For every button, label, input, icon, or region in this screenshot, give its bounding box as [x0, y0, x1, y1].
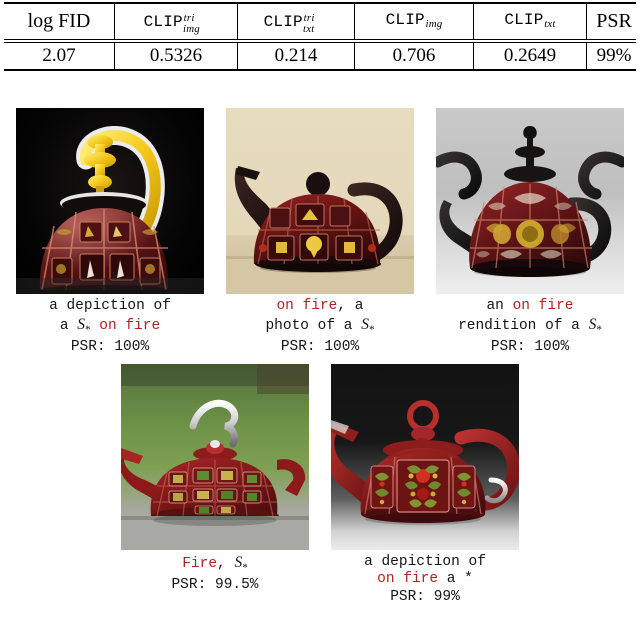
cell-clip-img-tri: 0.5326 — [114, 43, 238, 70]
header-label-clip-txt: CLIPtxt — [504, 5, 555, 39]
clip-base-3: CLIP — [385, 11, 425, 29]
cell-clip-img: 0.706 — [354, 43, 474, 70]
scene-background-2 — [226, 108, 414, 294]
table-data-row: 2.07 0.5326 0.214 0.706 0.2649 99% — [4, 43, 640, 70]
scene-background-4 — [121, 363, 309, 550]
clip-sub-2: txt — [303, 22, 315, 35]
sample-psr-2: PSR: 100% — [280, 339, 360, 356]
header-cell-log-fid: log FID — [4, 4, 115, 40]
teapot-art-4 — [121, 363, 309, 550]
clip-sub-4: txt — [544, 18, 556, 31]
sample-cell-4: Fire, S* PSR: 99.5% — [110, 363, 320, 607]
caption-line-2a: on fire, a — [276, 298, 364, 314]
sample-caption-5: a depiction of on fire a * — [364, 554, 486, 589]
teapot-art-1 — [16, 126, 204, 294]
placeholder-token-2: S* — [361, 315, 375, 336]
table-bottom-rule — [4, 69, 636, 72]
sample-cell-1: a depiction of a S* on fire PSR: 100% — [5, 108, 215, 357]
caption-line-3b: rendition of a S* — [458, 315, 602, 336]
cell-psr: 99% — [586, 43, 640, 70]
caption-line-4a: Fire, S* — [182, 553, 248, 574]
placeholder-token-3: S* — [588, 315, 602, 336]
sample-caption-1: a depiction of a S* on fire — [49, 298, 171, 339]
sample-caption-3: an on fire rendition of a S* — [458, 298, 602, 339]
caption-line-5b: on fire a * — [377, 571, 473, 588]
caption-line-3a: an on fire — [486, 298, 574, 314]
header-label-clip-txt-tri: CLIP tri txt — [264, 7, 329, 37]
sample-cell-3: an on fire rendition of a S* PSR: 100% — [425, 108, 635, 357]
sample-figure-grid: a depiction of a S* on fire PSR: 100% on… — [0, 108, 640, 606]
sample-psr-3: PSR: 100% — [490, 339, 570, 356]
header-label-clip-img: CLIPimg — [386, 5, 443, 39]
header-cell-clip-txt-tri: CLIP tri txt — [237, 4, 355, 40]
sample-psr-1: PSR: 100% — [70, 339, 150, 356]
teapot-art-3 — [436, 126, 624, 277]
placeholder-token-4: S* — [234, 553, 248, 574]
header-cell-clip-img-tri: CLIP tri img — [114, 4, 238, 40]
caption-line-1a: a depiction of — [49, 298, 171, 314]
clip-sub-3: img — [425, 18, 443, 31]
sample-psr-4: PSR: 99.5% — [171, 577, 259, 594]
metrics-table-container: log FID CLIP tri img CLIP tri txt CLIPimg CL… — [4, 2, 640, 72]
scene-background-3 — [436, 108, 624, 294]
prompt-highlight-2: on fire — [276, 298, 338, 314]
header-cell-psr: PSR — [586, 4, 640, 40]
prompt-highlight-3: on fire — [512, 298, 574, 314]
metrics-table-body: 2.07 0.5326 0.214 0.706 0.2649 99% — [4, 43, 640, 70]
prompt-highlight-4: Fire — [182, 555, 218, 572]
caption-line-1b: a S* on fire — [59, 315, 161, 336]
sample-caption-4: Fire, S* — [182, 554, 248, 578]
header-label-log-fid: log FID — [27, 10, 91, 33]
teapot-art-2 — [226, 166, 414, 294]
clip-base-4: CLIP — [504, 11, 544, 29]
sample-image-4 — [121, 363, 309, 550]
scene-background-5 — [331, 363, 519, 550]
scene-background-1 — [16, 108, 204, 294]
header-label-psr: PSR — [596, 10, 632, 33]
sample-row-1: a depiction of a S* on fire PSR: 100% on… — [0, 108, 640, 357]
sample-image-2 — [226, 108, 414, 294]
caption-line-5a: a depiction of — [364, 553, 486, 570]
sample-cell-2: on fire, a photo of a S* PSR: 100% — [215, 108, 425, 357]
placeholder-token-1: S* — [77, 315, 91, 336]
prompt-highlight-5: on fire — [377, 571, 439, 588]
sample-image-1 — [16, 108, 204, 294]
cell-log-fid: 2.07 — [4, 43, 115, 70]
clip-base-2: CLIP — [263, 13, 303, 32]
clip-sub-1: img — [183, 22, 200, 35]
sample-psr-5: PSR: 99% — [390, 588, 460, 605]
sample-image-3 — [436, 108, 624, 294]
header-label-clip-img-tri: CLIP tri img — [144, 7, 209, 37]
sample-caption-2: on fire, a photo of a S* — [265, 298, 374, 339]
metrics-table: log FID CLIP tri img CLIP tri txt CLIPimg CL… — [4, 4, 640, 40]
cell-clip-txt-tri: 0.214 — [237, 43, 355, 70]
sample-image-5 — [331, 363, 519, 550]
teapot-art-5 — [331, 399, 519, 525]
table-header-row: log FID CLIP tri img CLIP tri txt CLIPimg CL… — [4, 4, 640, 40]
sample-cell-5: a depiction of on fire a * PSR: 99% — [320, 363, 530, 607]
clip-scripts-1: tri img — [183, 10, 209, 35]
prompt-highlight-1: on fire — [90, 317, 161, 334]
caption-line-2b: photo of a S* — [265, 315, 375, 336]
clip-base-1: CLIP — [143, 13, 183, 32]
header-cell-clip-txt: CLIPtxt — [473, 4, 587, 40]
header-cell-clip-img: CLIPimg — [354, 4, 474, 40]
sample-row-2: Fire, S* PSR: 99.5% a depiction of on fi… — [0, 363, 640, 607]
clip-scripts-2: tri txt — [303, 10, 329, 35]
cell-clip-txt: 0.2649 — [473, 43, 587, 70]
